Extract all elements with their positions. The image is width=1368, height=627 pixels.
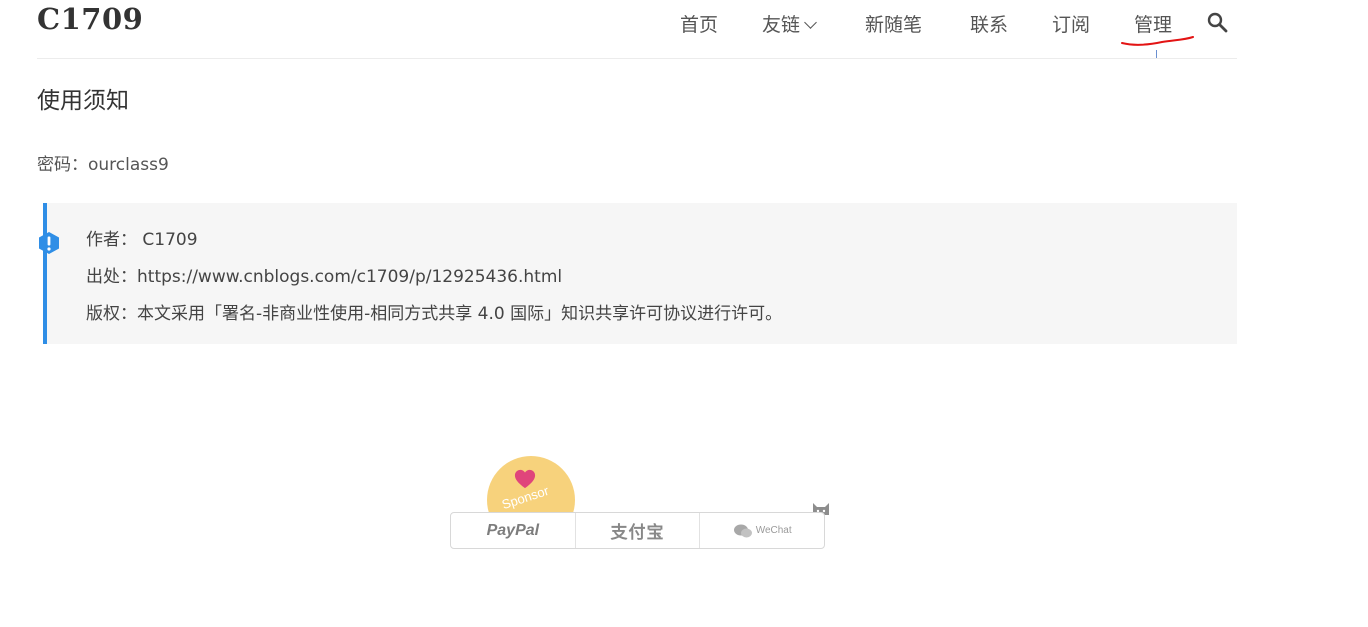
wechat-icon <box>733 524 752 537</box>
header-divider <box>37 58 1237 59</box>
alipay-button[interactable]: 支付宝 <box>576 513 701 548</box>
nav-home[interactable]: 首页 <box>680 10 718 37</box>
wechat-button[interactable]: WeChat <box>700 513 824 548</box>
search-icon[interactable] <box>1206 11 1228 33</box>
paypal-logo: PayPal <box>486 521 540 539</box>
nav-subscribe[interactable]: 订阅 <box>1052 10 1090 37</box>
wechat-label: WeChat <box>755 525 792 536</box>
nav-manage[interactable]: 管理 <box>1134 10 1172 37</box>
chevron-down-icon <box>804 16 817 29</box>
post-password: 密码：ourclass9 <box>37 155 169 175</box>
alipay-logo: 支付宝 <box>610 523 665 543</box>
author-line: 作者： C1709 <box>86 230 198 250</box>
wechat-logo: WeChat <box>733 523 792 539</box>
post-title: 使用须知 <box>37 88 129 114</box>
paypal-button[interactable]: PayPal <box>451 513 576 548</box>
payment-options: PayPal 支付宝 WeChat <box>450 512 825 549</box>
copyright-box: 作者： C1709 出处：https://www.cnblogs.com/c17… <box>39 203 1237 344</box>
source-line[interactable]: 出处：https://www.cnblogs.com/c1709/p/12925… <box>86 262 562 287</box>
nav-new-post[interactable]: 新随笔 <box>865 10 922 37</box>
nav-links-label: 友链 <box>762 14 801 36</box>
exclamation-icon <box>39 232 59 254</box>
license-line: 版权：本文采用「署名-非商业性使用-相同方式共享 4.0 国际」知识共享许可协议… <box>86 304 783 324</box>
handwritten-underline <box>1121 36 1194 46</box>
nav-contact[interactable]: 联系 <box>970 10 1008 37</box>
nav-links[interactable]: 友链 <box>762 10 817 37</box>
